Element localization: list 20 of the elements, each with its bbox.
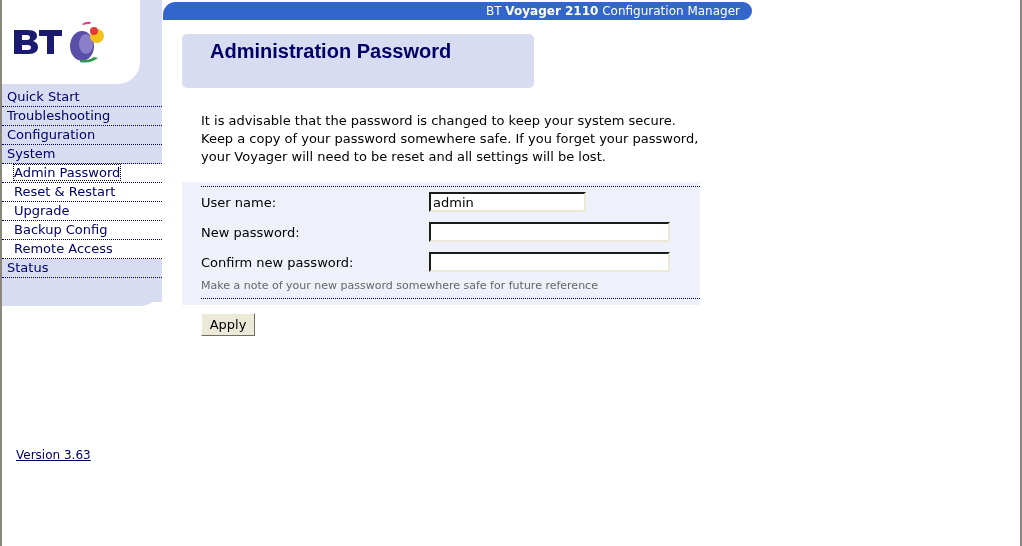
field-label: New password: [201, 224, 301, 240]
nav-item[interactable]: Troubleshooting [2, 107, 162, 126]
header-bar: BT Voyager 2110 Configuration Manager [163, 2, 752, 20]
title-card: Administration Password [182, 34, 534, 88]
nav-subitem[interactable]: Backup Config [2, 221, 162, 240]
nav-subitem[interactable]: Upgrade [2, 202, 162, 221]
intro-text: It is advisable that the password is changed to keep your system secure. Keep a copy of your password somewhere safe. If you forget your password, your Voyager will need to be reset and all settings will be lost. [201, 112, 699, 166]
nav-item[interactable]: Configuration [2, 126, 162, 145]
text-field[interactable] [429, 252, 670, 272]
apply-button[interactable]: Apply [201, 313, 255, 336]
text-field[interactable]: admin [429, 192, 586, 212]
text-field[interactable] [429, 222, 670, 242]
version-link[interactable]: Version 3.63 [16, 448, 91, 462]
nav-subitem[interactable]: Reset & Restart [2, 183, 162, 202]
field-label: Confirm new password: [201, 254, 355, 270]
nav-subitem[interactable]: Remote Access [2, 240, 162, 259]
field-label: User name: [201, 194, 277, 210]
nav-item[interactable]: Quick Start [2, 88, 162, 107]
nav-subitem[interactable]: Admin Password [2, 164, 162, 183]
hint-text: Make a note of your new password somewhere safe for future reference [201, 279, 599, 292]
